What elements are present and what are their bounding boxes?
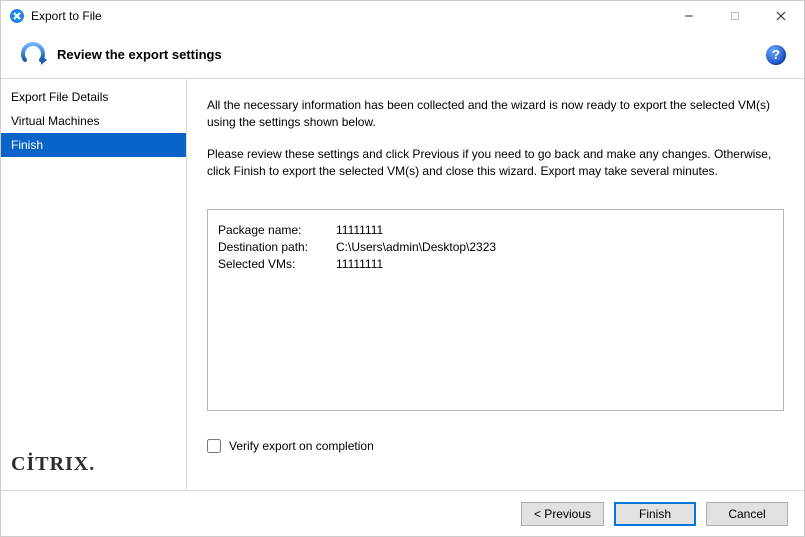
window-controls — [666, 1, 804, 31]
maximize-button[interactable] — [712, 1, 758, 31]
brand-dot: . — [89, 453, 95, 475]
intro-paragraph-2: Please review these settings and click P… — [207, 146, 784, 181]
brand-logo: CİTRIX. — [1, 453, 186, 490]
sidebar-item-virtual-machines[interactable]: Virtual Machines — [1, 109, 186, 133]
wizard-header: Review the export settings ? — [1, 31, 804, 79]
sidebar-item-label: Finish — [11, 138, 43, 152]
previous-button[interactable]: < Previous — [521, 502, 604, 526]
summary-row: Selected VMs: 11111111 — [218, 257, 773, 271]
close-button[interactable] — [758, 1, 804, 31]
summary-label-destination-path: Destination path: — [218, 240, 336, 254]
finish-button[interactable]: Finish — [614, 502, 696, 526]
wizard-footer: < Previous Finish Cancel — [1, 490, 804, 536]
sidebar-item-label: Virtual Machines — [11, 114, 100, 128]
wizard-icon — [19, 41, 47, 69]
intro-paragraph-1: All the necessary information has been c… — [207, 97, 784, 132]
summary-label-selected-vms: Selected VMs: — [218, 257, 336, 271]
minimize-button[interactable] — [666, 1, 712, 31]
wizard-title: Review the export settings — [57, 47, 222, 62]
brand-text: CİTRIX — [11, 453, 89, 475]
titlebar: Export to File — [1, 1, 804, 31]
intro-text: All the necessary information has been c… — [207, 97, 784, 195]
verify-checkbox[interactable] — [207, 439, 221, 453]
settings-summary-box: Package name: 11111111 Destination path:… — [207, 209, 784, 411]
verify-row: Verify export on completion — [207, 439, 784, 453]
summary-row: Package name: 11111111 — [218, 223, 773, 237]
summary-value-package-name: 11111111 — [336, 223, 773, 237]
wizard-sidebar: Export File Details Virtual Machines Fin… — [1, 79, 187, 490]
summary-value-selected-vms: 11111111 — [336, 257, 773, 271]
wizard-content: All the necessary information has been c… — [187, 79, 804, 490]
help-icon[interactable]: ? — [766, 45, 786, 65]
cancel-button[interactable]: Cancel — [706, 502, 788, 526]
summary-value-destination-path: C:\Users\admin\Desktop\2323 — [336, 240, 773, 254]
summary-row: Destination path: C:\Users\admin\Desktop… — [218, 240, 773, 254]
summary-label-package-name: Package name: — [218, 223, 336, 237]
window-title: Export to File — [31, 9, 102, 23]
app-icon — [9, 8, 25, 24]
verify-label[interactable]: Verify export on completion — [229, 439, 374, 453]
sidebar-item-finish[interactable]: Finish — [1, 133, 186, 157]
sidebar-item-export-file-details[interactable]: Export File Details — [1, 85, 186, 109]
sidebar-item-label: Export File Details — [11, 90, 108, 104]
